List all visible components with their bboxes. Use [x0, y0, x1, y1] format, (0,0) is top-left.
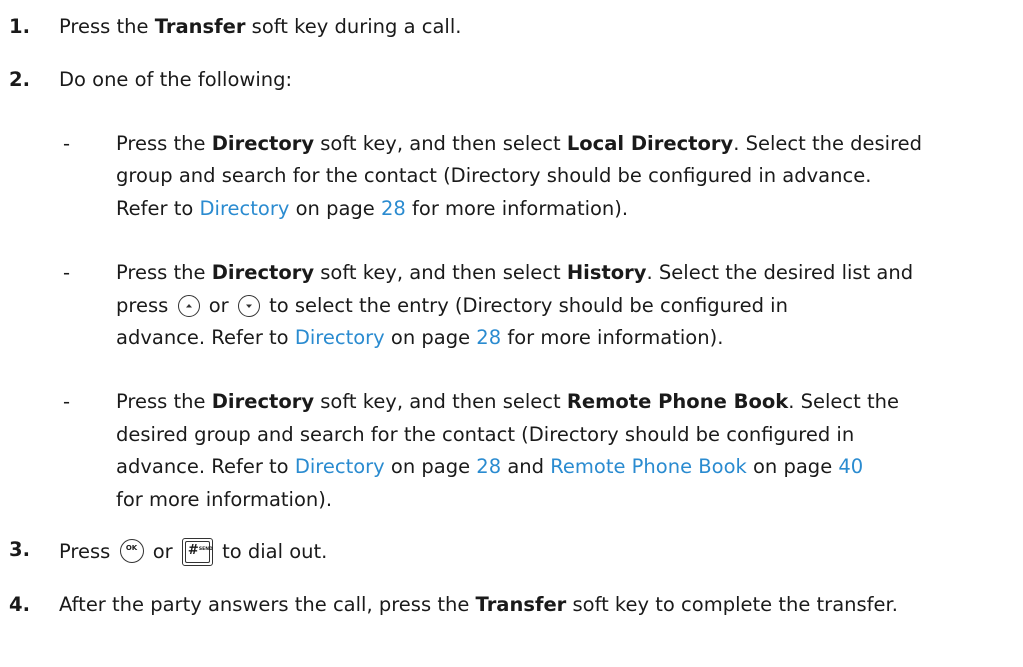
option-line: advance. Refer to Directory on page 28 f… [116, 326, 724, 349]
directory-link[interactable]: Directory [295, 326, 385, 349]
option-line: Refer to Directory on page 28 for more i… [116, 197, 629, 220]
ok-key-icon: OK [119, 539, 144, 563]
directory-link[interactable]: Directory [295, 455, 385, 478]
step-text: Press the Transfer soft key during a cal… [59, 15, 462, 38]
page-link[interactable]: 28 [381, 197, 406, 220]
step-text: After the party answers the call, press … [59, 593, 898, 616]
transfer-softkey-label: Transfer [475, 593, 567, 616]
step-number: 2. [9, 68, 30, 91]
down-arrow-key-icon [237, 295, 260, 317]
send-key-icon: # SEND [181, 538, 213, 566]
option-line: for more information). [116, 488, 333, 511]
step-text: Press OK or # SEND to dial out. [59, 538, 327, 566]
step-number: 3. [9, 538, 30, 561]
option-line: desired group and search for the contact… [116, 423, 855, 446]
page-link[interactable]: 28 [476, 326, 501, 349]
directory-link[interactable]: Directory [200, 197, 290, 220]
option-line: press or to select the entry (Directory … [116, 294, 788, 317]
option-line: Press the Directory soft key, and then s… [116, 132, 923, 155]
up-arrow-key-icon [177, 295, 200, 317]
page-link[interactable]: 40 [838, 455, 863, 478]
option-line: Press the Directory soft key, and then s… [116, 261, 914, 284]
step-number: 4. [9, 593, 30, 616]
option-line: group and search for the contact (Direct… [116, 164, 872, 187]
bullet-dash: - [63, 390, 71, 413]
remote-phone-book-link[interactable]: Remote Phone Book [550, 455, 747, 478]
bullet-dash: - [63, 261, 71, 284]
transfer-softkey-label: Transfer [154, 15, 246, 38]
page-link[interactable]: 28 [476, 455, 501, 478]
step-text: Do one of the following: [59, 68, 293, 91]
step-number: 1. [9, 15, 30, 38]
option-line: Press the Directory soft key, and then s… [116, 390, 899, 413]
option-line: advance. Refer to Directory on page 28 a… [116, 455, 864, 478]
bullet-dash: - [63, 132, 71, 155]
